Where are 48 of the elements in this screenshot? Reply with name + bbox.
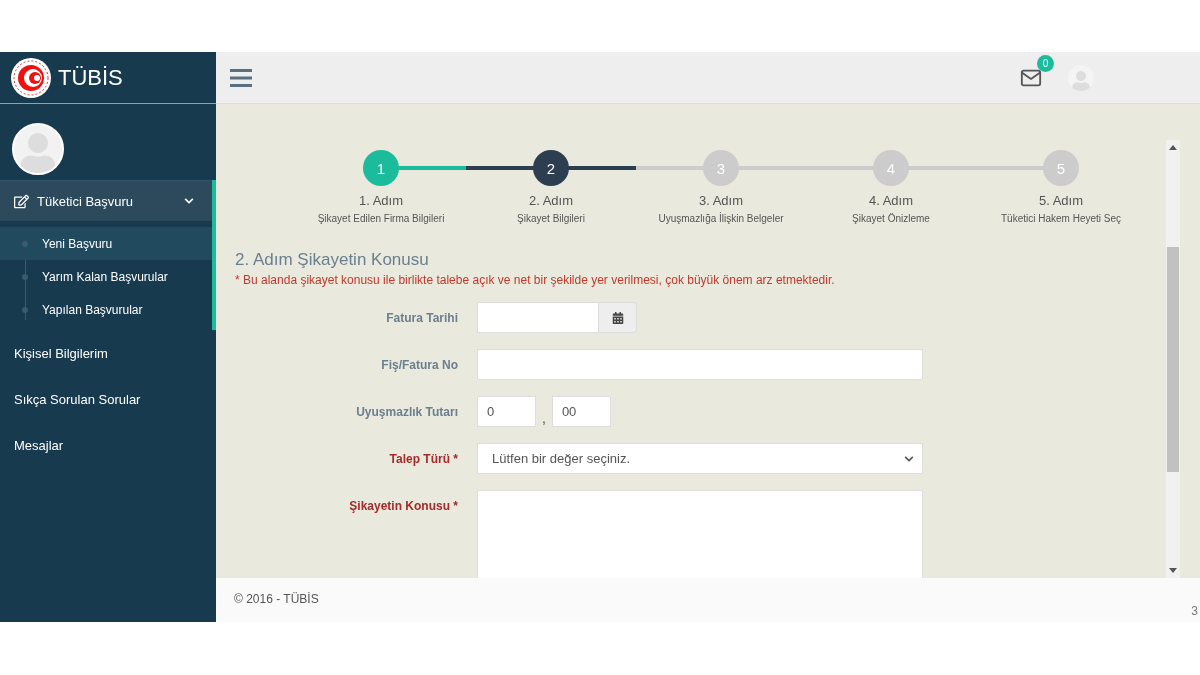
emblem-logo [10, 56, 52, 99]
decimal-separator: , [541, 409, 547, 427]
step-title: 2. Adım [528, 193, 574, 208]
step-subtitle: Tüketici Hakem Heyeti Seç [1000, 213, 1121, 224]
chevron-icon [904, 453, 914, 464]
field-label: Uyuşmazlık Tutarı [355, 404, 458, 419]
step-subtitle: Uyuşmazlığa İlişkin Belgeler [658, 213, 784, 224]
submenu-item[interactable]: Yarım Kalan Başvurular [0, 260, 212, 293]
calendar-icon [611, 311, 624, 324]
user-avatar [12, 123, 64, 175]
notice-text: * Bu alanda şikayet konusu ile birlikte talebe açık ve net bir şekilde yer verilmesi, çok büyük önem arz etmektedir. [235, 273, 836, 287]
step-circle: 1 [363, 150, 399, 186]
scroll-up-icon[interactable] [1169, 145, 1177, 150]
scrollbar-thumb[interactable] [1167, 247, 1179, 472]
menu-item[interactable]: Kişisel Bilgilerim [0, 330, 216, 376]
menu-item[interactable]: Mesajlar [0, 422, 216, 468]
menu-icon[interactable] [230, 68, 252, 87]
step-subtitle: Şikayet Bilgileri [517, 213, 585, 224]
amount-whole-input[interactable]: 0 [477, 396, 536, 427]
page-number: 3 [1191, 604, 1198, 618]
field-label: Şikayetin Konusu * [348, 498, 458, 513]
step-title: 4. Adım [868, 193, 914, 208]
submenu-item[interactable]: Yapılan Başvurular [0, 293, 212, 326]
calendar-button[interactable] [599, 302, 637, 333]
step-subtitle: Şikayet Önizleme [852, 213, 930, 224]
step-title: 3. Adım [698, 193, 744, 208]
step-title: 1. Adım [358, 193, 404, 208]
field-label: Fatura Tarihi [385, 310, 458, 325]
field-label: Talep Türü * [388, 451, 458, 466]
amount-fraction-input[interactable]: 00 [551, 396, 611, 427]
step-circle: 2 [533, 150, 569, 186]
chevron-icon [184, 196, 194, 206]
step-subtitle: Şikayet Edilen Firma Bilgileri [317, 213, 445, 224]
brand-name: TÜBİS [58, 64, 123, 91]
section-heading: 2. Adım Şikayetin Konusu [235, 250, 430, 270]
date-input[interactable] [477, 302, 599, 333]
step-title: 5. Adım [1038, 193, 1084, 208]
submenu-item[interactable]: Yeni Başvuru [0, 227, 212, 260]
menu-item[interactable]: Sıkça Sorulan Sorular [0, 376, 216, 422]
edit-icon [14, 193, 29, 209]
message-count: 0 [1037, 54, 1054, 72]
scrollbar[interactable] [1166, 140, 1180, 578]
scroll-down-icon[interactable] [1169, 568, 1177, 573]
invoice-number-input[interactable] [477, 349, 923, 380]
menu-group[interactable]: Tüketici Başvuru [0, 180, 212, 221]
request-type-select[interactable]: Lütfen bir değer seçiniz. [477, 443, 923, 474]
field-label: Fiş/Fatura No [380, 357, 458, 372]
copyright-text: © 2016 - TÜBİS [234, 592, 319, 606]
